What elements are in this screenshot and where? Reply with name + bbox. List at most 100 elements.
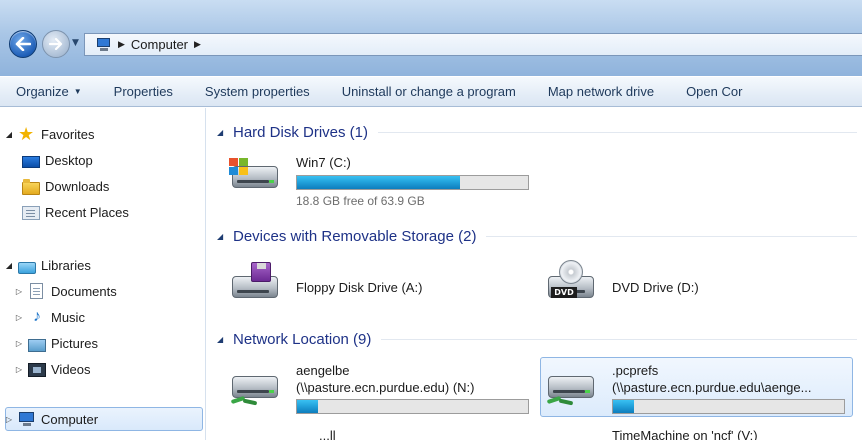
star-icon: ★ bbox=[18, 124, 35, 144]
disc-icon bbox=[559, 260, 583, 284]
drive-item-floppy[interactable]: Floppy Disk Drive (A:) bbox=[229, 258, 529, 308]
network-drive-item-timemachine[interactable]: TimeMachine on 'ncf' (V:) bbox=[612, 428, 758, 440]
network-cable-icon bbox=[230, 395, 258, 406]
dvd-drive-icon: DVD bbox=[545, 260, 597, 302]
map-network-drive-button[interactable]: Map network drive bbox=[532, 77, 670, 106]
group-divider bbox=[378, 131, 857, 133]
sidebar-item-label: Videos bbox=[51, 361, 91, 377]
sidebar-item-desktop[interactable]: Desktop bbox=[18, 149, 93, 171]
sidebar-item-favorites[interactable]: ◢ ★ Favorites bbox=[4, 123, 95, 145]
music-icon: ♪ bbox=[33, 308, 41, 325]
chevron-down-icon: ▼ bbox=[73, 87, 82, 96]
group-title: Devices with Removable Storage (2) bbox=[233, 227, 477, 245]
drive-path: (\\pasture.ecn.purdue.edu\aenge... bbox=[612, 380, 812, 395]
sidebar-item-pictures[interactable]: ▷ Pictures bbox=[14, 332, 98, 354]
sidebar-item-label: Documents bbox=[51, 283, 117, 299]
uninstall-program-button[interactable]: Uninstall or change a program bbox=[326, 77, 532, 106]
dvd-badge: DVD bbox=[551, 287, 577, 298]
properties-button[interactable]: Properties bbox=[98, 77, 189, 106]
sidebar-item-computer[interactable]: ▷ Computer bbox=[4, 408, 98, 430]
system-properties-button[interactable]: System properties bbox=[189, 77, 326, 106]
group-divider bbox=[381, 338, 857, 340]
recent-places-icon bbox=[22, 206, 40, 220]
group-title: Hard Disk Drives (1) bbox=[233, 123, 369, 141]
recent-pages-dropdown-icon[interactable]: ▼ bbox=[72, 38, 79, 48]
address-bar[interactable]: ▶ Computer ▶ bbox=[84, 33, 862, 56]
drive-name: .pcprefs bbox=[612, 363, 659, 378]
drive-item-c[interactable]: Win7 (C:) 18.8 GB free of 63.9 GB bbox=[229, 152, 539, 212]
videos-icon bbox=[28, 363, 46, 377]
drive-usage-bar bbox=[296, 399, 529, 414]
sidebar-item-label: Music bbox=[51, 309, 85, 325]
navigation-pane: ◢ ★ Favorites Desktop Downloads Recent P… bbox=[0, 108, 206, 440]
forward-arrow-icon bbox=[49, 38, 63, 50]
libraries-icon bbox=[18, 262, 36, 274]
floppy-disk-icon bbox=[251, 262, 271, 282]
sidebar-item-label: Recent Places bbox=[45, 204, 129, 220]
collapsed-triangle-icon[interactable]: ▷ bbox=[14, 339, 24, 348]
network-drive-item-n[interactable]: aengelbe (\\pasture.ecn.purdue.edu) (N:) bbox=[229, 360, 539, 420]
sidebar-item-label: Libraries bbox=[41, 257, 91, 273]
drive-name: Floppy Disk Drive (A:) bbox=[296, 280, 423, 295]
network-drive-item-partial[interactable]: ...ll bbox=[319, 428, 336, 440]
drive-usage-bar bbox=[296, 175, 529, 190]
pictures-icon bbox=[28, 338, 46, 352]
folder-icon bbox=[22, 178, 40, 195]
desktop-icon bbox=[22, 156, 40, 168]
sidebar-item-downloads[interactable]: Downloads bbox=[18, 175, 109, 197]
sidebar-item-label: Downloads bbox=[45, 178, 110, 194]
content-pane: ◢ Hard Disk Drives (1) Win7 (C:) 18.8 GB… bbox=[207, 108, 862, 440]
breadcrumb-chevron-icon[interactable]: ▶ bbox=[194, 40, 201, 50]
drive-name: DVD Drive (D:) bbox=[612, 280, 699, 295]
collapse-triangle-icon[interactable]: ◢ bbox=[217, 128, 233, 137]
sidebar-item-recent-places[interactable]: Recent Places bbox=[18, 201, 129, 223]
sidebar-item-label: Computer bbox=[41, 411, 99, 427]
computer-icon bbox=[18, 411, 36, 427]
forward-button[interactable] bbox=[42, 30, 70, 58]
group-divider bbox=[486, 235, 857, 237]
organize-button[interactable]: Organize ▼ bbox=[0, 77, 98, 106]
network-drive-icon bbox=[229, 366, 281, 406]
expanded-triangle-icon[interactable]: ◢ bbox=[4, 130, 14, 139]
open-control-panel-button[interactable]: Open Cor bbox=[670, 77, 758, 106]
network-cable-icon bbox=[546, 395, 574, 406]
collapsed-triangle-icon[interactable]: ▷ bbox=[14, 287, 24, 296]
drive-name: Win7 (C:) bbox=[296, 155, 351, 170]
group-header-hard-disk-drives[interactable]: ◢ Hard Disk Drives (1) bbox=[217, 122, 857, 142]
floppy-drive-icon bbox=[229, 262, 281, 302]
drive-item-dvd[interactable]: DVD DVD Drive (D:) bbox=[545, 258, 845, 308]
sidebar-item-music[interactable]: ▷ ♪ Music bbox=[14, 306, 85, 328]
drive-free-space: 18.8 GB free of 63.9 GB bbox=[296, 194, 425, 208]
collapsed-triangle-icon[interactable]: ▷ bbox=[14, 313, 24, 322]
sidebar-item-documents[interactable]: ▷ Documents bbox=[14, 280, 117, 302]
breadcrumb-computer[interactable]: Computer bbox=[131, 37, 188, 52]
sidebar-item-videos[interactable]: ▷ Videos bbox=[14, 358, 91, 380]
drive-name: aengelbe bbox=[296, 363, 350, 378]
drive-usage-fill bbox=[297, 176, 461, 189]
drive-path: (\\pasture.ecn.purdue.edu) (N:) bbox=[296, 380, 475, 395]
collapse-triangle-icon[interactable]: ◢ bbox=[217, 232, 233, 241]
breadcrumb-chevron-icon[interactable]: ▶ bbox=[118, 40, 125, 50]
group-title: Network Location (9) bbox=[233, 330, 372, 348]
collapsed-triangle-icon[interactable]: ▷ bbox=[4, 415, 14, 424]
network-drive-icon bbox=[545, 366, 597, 406]
command-bar: Organize ▼ Properties System properties … bbox=[0, 76, 862, 107]
sidebar-item-libraries[interactable]: ◢ Libraries bbox=[4, 254, 91, 276]
title-bar: ▼ ▶ Computer ▶ bbox=[0, 0, 862, 76]
organize-label: Organize bbox=[16, 84, 69, 99]
expanded-triangle-icon[interactable]: ◢ bbox=[4, 261, 14, 270]
drive-usage-fill bbox=[613, 400, 634, 413]
documents-icon bbox=[30, 283, 43, 299]
network-drive-item-pcprefs[interactable]: .pcprefs (\\pasture.ecn.purdue.edu\aenge… bbox=[545, 360, 855, 420]
windows-logo-icon bbox=[229, 158, 249, 176]
group-header-removable-storage[interactable]: ◢ Devices with Removable Storage (2) bbox=[217, 226, 857, 246]
group-header-network-location[interactable]: ◢ Network Location (9) bbox=[217, 329, 857, 349]
collapsed-triangle-icon[interactable]: ▷ bbox=[14, 365, 24, 374]
collapse-triangle-icon[interactable]: ◢ bbox=[217, 335, 233, 344]
drive-usage-bar bbox=[612, 399, 845, 414]
sidebar-item-label: Favorites bbox=[41, 126, 95, 142]
back-button[interactable] bbox=[9, 30, 37, 58]
sidebar-item-label: Pictures bbox=[51, 335, 98, 351]
hard-drive-icon bbox=[229, 156, 281, 192]
sidebar-item-label: Desktop bbox=[45, 152, 93, 168]
